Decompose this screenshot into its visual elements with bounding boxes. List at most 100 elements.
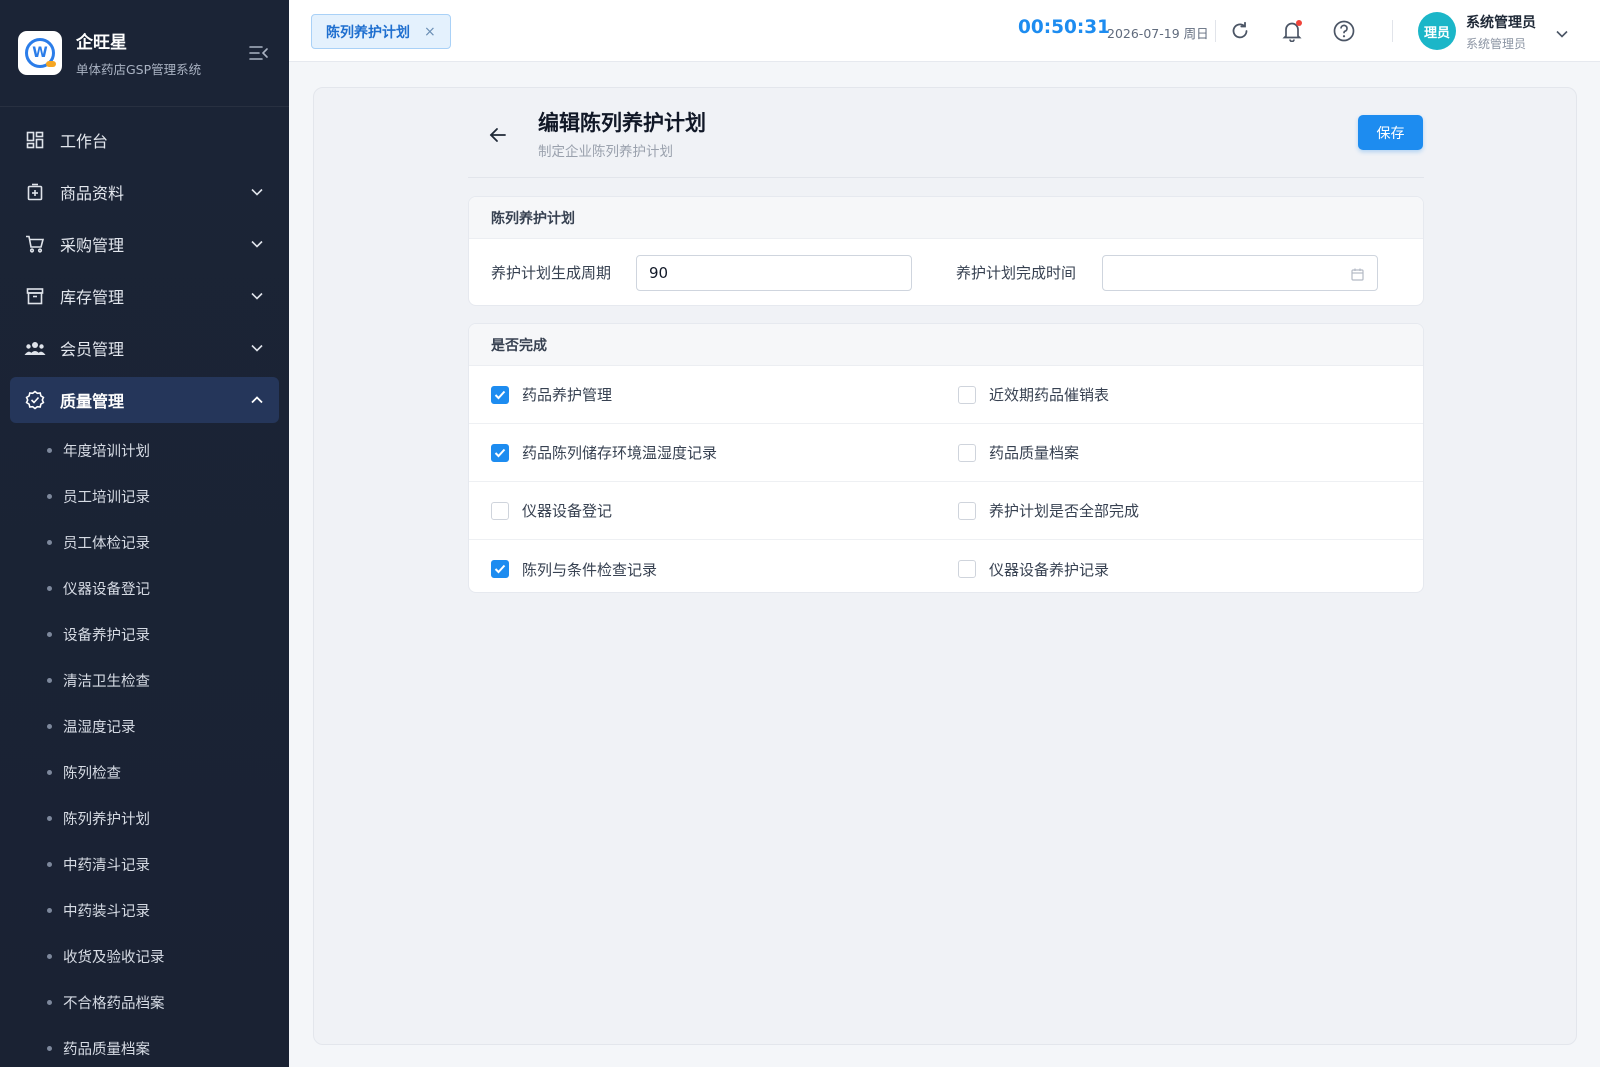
finish-time-date-picker[interactable]	[1102, 254, 1379, 291]
submenu-label: 仪器设备登记	[63, 581, 150, 598]
main-menu: 工作台 商品资料 采购管理 库存管理 会员管理 质量管理 年度培训计划 员工培训…	[0, 107, 289, 1067]
submenu-item-equipment-registration[interactable]: 仪器设备登记	[10, 565, 279, 611]
chevron-down-icon	[249, 236, 265, 252]
submenu-item-equipment-maintenance[interactable]: 设备养护记录	[10, 611, 279, 657]
bell-icon[interactable]	[1278, 17, 1306, 45]
submenu-item-annual-training-plan[interactable]: 年度培训计划	[10, 427, 279, 473]
checkbox-label: 近效期药品催销表	[989, 386, 1110, 404]
checkbox-row: 陈列与条件检查记录 仪器设备养护记录	[469, 540, 1423, 592]
app-name: 企旺星	[76, 33, 127, 53]
checkbox-drug-quality-archive[interactable]: 药品质量档案	[958, 442, 1079, 463]
checkbox-label: 陈列与条件检查记录	[522, 560, 658, 579]
dashboard-icon	[24, 129, 46, 151]
submenu-item-temp-humidity[interactable]: 温湿度记录	[10, 703, 279, 749]
archive-icon	[24, 285, 46, 307]
collapse-sidebar-icon[interactable]	[247, 41, 271, 65]
submenu-item-herb-drawer-filling[interactable]: 中药装斗记录	[10, 887, 279, 933]
menu-item-products[interactable]: 商品资料	[10, 169, 279, 215]
checkbox-equipment-maintenance-record[interactable]: 仪器设备养护记录	[958, 559, 1109, 580]
sidebar: W 企旺星 单体药店GSP管理系统 工作台 商品资料 采购管理 库存管理 会员管…	[0, 0, 289, 1067]
submenu-item-display-maintenance-plan[interactable]: 陈列养护计划	[10, 795, 279, 841]
divider	[1392, 20, 1393, 42]
users-icon	[24, 337, 46, 359]
checkbox-checked[interactable]	[491, 385, 509, 404]
bullet-dot	[47, 677, 52, 683]
top-header: 陈列养护计划 × 00:50:31 2026-07-19 周日 理员 系统管理员…	[289, 0, 1600, 62]
content-panel: 编辑陈列养护计划 制定企业陈列养护计划 保存 陈列养护计划 养护计划生成周期 9…	[313, 87, 1577, 1045]
submenu-label: 中药清斗记录	[63, 857, 150, 874]
checkbox-label: 药品质量档案	[989, 444, 1080, 462]
submenu-item-drug-quality-archive[interactable]: 药品质量档案	[10, 1025, 279, 1067]
quality-badge-icon	[24, 389, 46, 411]
menu-item-purchase[interactable]: 采购管理	[10, 221, 279, 267]
checkbox-near-expiry-sales[interactable]: 近效期药品催销表	[958, 384, 1109, 405]
checkbox-unchecked[interactable]	[958, 501, 976, 520]
menu-item-inventory[interactable]: 库存管理	[10, 273, 279, 319]
chevron-down-icon[interactable]	[1556, 23, 1568, 42]
submenu-item-receiving-acceptance[interactable]: 收货及验收记录	[10, 933, 279, 979]
completion-card: 是否完成 药品养护管理 近效期药品催销表 药品陈列储存环境温湿度记录 药品质量档…	[468, 323, 1424, 593]
brand-text: 企旺星 单体药店GSP管理系统	[76, 28, 247, 78]
menu-label: 库存管理	[60, 288, 125, 307]
submenu-item-cleaning-inspection[interactable]: 清洁卫生检查	[10, 657, 279, 703]
tab-display-maintenance-plan[interactable]: 陈列养护计划 ×	[311, 14, 451, 49]
bullet-dot	[47, 907, 52, 913]
checkbox-plan-all-complete[interactable]: 养护计划是否全部完成	[958, 500, 1139, 521]
submenu-label: 不合格药品档案	[63, 995, 165, 1012]
menu-item-quality[interactable]: 质量管理	[10, 377, 279, 423]
checkbox-unchecked[interactable]	[958, 385, 976, 404]
refresh-icon[interactable]	[1226, 17, 1254, 45]
bullet-dot	[47, 1045, 52, 1051]
bullet-dot	[47, 953, 52, 959]
checkbox-unchecked[interactable]	[491, 501, 509, 520]
card-title: 陈列养护计划	[469, 197, 1423, 239]
checkbox-row: 药品养护管理 近效期药品催销表	[469, 366, 1423, 424]
back-arrow-icon[interactable]	[484, 121, 512, 149]
cycle-label: 养护计划生成周期	[491, 264, 612, 282]
clock-time: 00:50:31	[1018, 17, 1111, 38]
current-date: 2026-07-19 周日	[1107, 26, 1209, 41]
menu-label: 质量管理	[60, 392, 125, 411]
calendar-icon	[1351, 267, 1365, 281]
checkbox-drug-maintenance[interactable]: 药品养护管理	[491, 384, 958, 405]
submenu-item-display-inspection[interactable]: 陈列检查	[10, 749, 279, 795]
checkbox-display-condition-check[interactable]: 陈列与条件检查记录	[491, 559, 958, 580]
brand-header: W 企旺星 单体药店GSP管理系统	[0, 0, 289, 107]
avatar[interactable]: 理员	[1418, 12, 1456, 50]
checkbox-row: 仪器设备登记 养护计划是否全部完成	[469, 482, 1423, 540]
submenu-item-staff-health-records[interactable]: 员工体检记录	[10, 519, 279, 565]
submenu-label: 中药装斗记录	[63, 903, 150, 920]
submenu-item-staff-training-records[interactable]: 员工培训记录	[10, 473, 279, 519]
user-name[interactable]: 系统管理员	[1466, 12, 1536, 32]
tab-label: 陈列养护计划	[326, 24, 410, 41]
checkbox-equipment-registration[interactable]: 仪器设备登记	[491, 500, 958, 521]
checkbox-row: 药品陈列储存环境温湿度记录 药品质量档案	[469, 424, 1423, 482]
submenu-item-nonconforming-drugs[interactable]: 不合格药品档案	[10, 979, 279, 1025]
submenu-label: 员工培训记录	[63, 489, 150, 506]
submenu-label: 陈列检查	[63, 765, 121, 782]
app-logo: W	[18, 31, 62, 75]
checkbox-storage-temp-humidity[interactable]: 药品陈列储存环境温湿度记录	[491, 442, 958, 463]
submenu-label: 药品质量档案	[63, 1041, 150, 1058]
bullet-dot	[47, 493, 52, 499]
submenu-label: 年度培训计划	[63, 443, 150, 460]
save-button[interactable]: 保存	[1358, 115, 1423, 150]
submenu-label: 员工体检记录	[63, 535, 150, 552]
menu-item-members[interactable]: 会员管理	[10, 325, 279, 371]
submenu-label: 设备养护记录	[63, 627, 150, 644]
product-icon	[24, 181, 46, 203]
page-subtitle: 制定企业陈列养护计划	[538, 144, 673, 160]
help-icon[interactable]	[1330, 17, 1358, 45]
chevron-down-icon	[249, 340, 265, 356]
checkbox-unchecked[interactable]	[958, 560, 976, 578]
checkbox-checked[interactable]	[491, 443, 509, 462]
submenu-item-herb-drawer-cleaning[interactable]: 中药清斗记录	[10, 841, 279, 887]
user-role: 系统管理员	[1466, 37, 1527, 51]
bullet-dot	[47, 585, 52, 591]
checkbox-unchecked[interactable]	[958, 443, 976, 462]
checkbox-checked[interactable]	[491, 560, 509, 578]
cycle-input[interactable]: 90	[636, 254, 913, 291]
menu-item-dashboard[interactable]: 工作台	[10, 117, 279, 163]
chevron-down-icon	[249, 184, 265, 200]
close-icon[interactable]: ×	[424, 24, 436, 40]
